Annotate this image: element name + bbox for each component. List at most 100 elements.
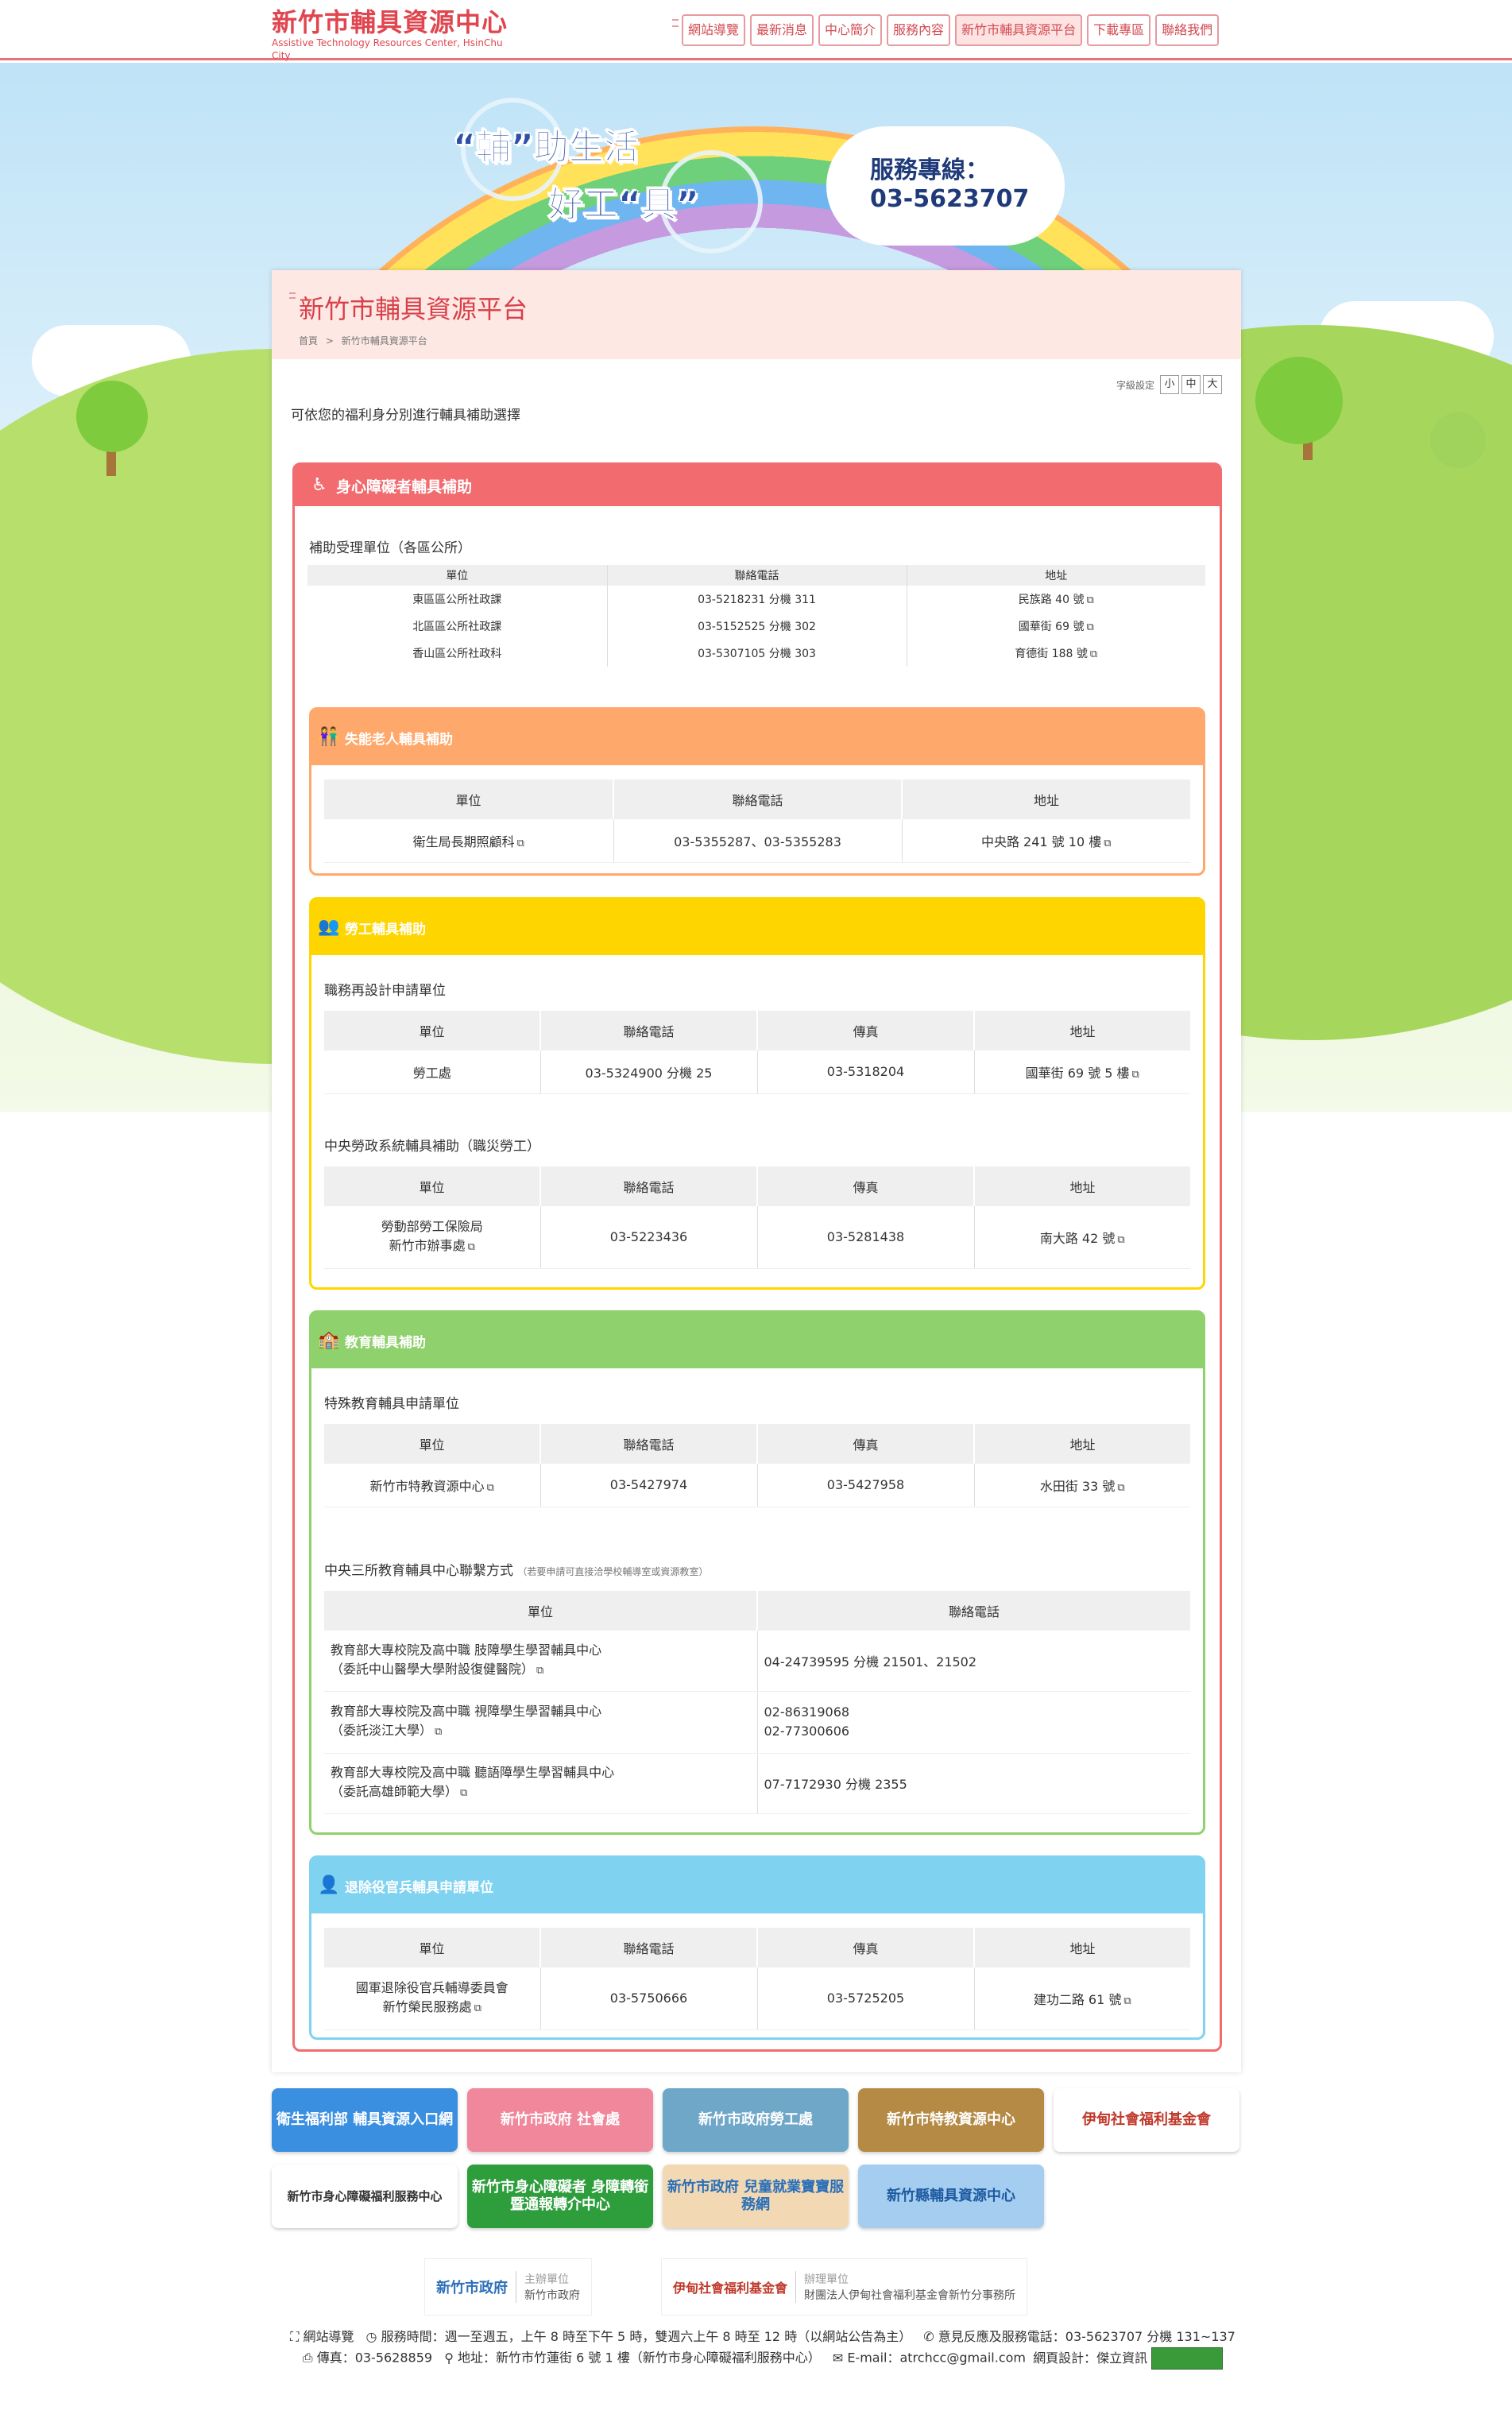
address-link[interactable]: 水田街 33 號 ⧉ (974, 1464, 1190, 1507)
clock-icon: ◷ (365, 2329, 377, 2344)
font-size-large-button[interactable]: 大 (1203, 375, 1222, 394)
organizer-label: 主辦單位 新竹市政府 (516, 2271, 580, 2303)
unit-link[interactable]: 勞動部勞工保險局 新竹市辦事處 ⧉ (324, 1206, 541, 1269)
breadcrumb-separator: > (325, 335, 334, 346)
table-row: 勞工處 03-5324900 分機 25 03-5318204 國華街 69 號… (324, 1050, 1190, 1094)
special-education-table: 單位 聯絡電話 傳真 地址 新竹市特教資源中心 ⧉ 03-5427974 03-5… (324, 1424, 1190, 1507)
breadcrumb: 首頁 > 新竹市輔具資源平台 (299, 334, 432, 347)
veteran-subsidy-title: 退除役官兵輔具申請單位 (345, 1879, 493, 1896)
logo-subtitle: Assistive Technology Resources Center, H… (272, 37, 503, 61)
workers-icon: 👥 (318, 917, 340, 937)
table-row: 勞動部勞工保險局 新竹市辦事處 ⧉ 03-5223436 03-5281438 南… (324, 1206, 1190, 1269)
link-labor-affairs[interactable]: 新竹市政府勞工處 (663, 2088, 849, 2152)
labor-subsidy-card: 👥 勞工輔具補助 職務再設計申請單位 單位 聯絡電話 傳真 地址 勞工處 03-… (309, 897, 1205, 1290)
labor-insurance-table: 單位 聯絡電話 傳真 地址 勞動部勞工保險局 新竹市辦事處 ⧉ 03-522343… (324, 1167, 1190, 1269)
nav-grip-icon (672, 19, 679, 27)
education-sub2-note: （若要申請可直接洽學校輔導室或資源教室） (517, 1566, 709, 1577)
veteran-subsidy-card: 👤 退除役官兵輔具申請單位 單位 聯絡電話 傳真 地址 國軍退除役官兵輔導委員會… (309, 1855, 1205, 2040)
fax-cell: 03-5281438 (757, 1206, 975, 1269)
font-size-small-button[interactable]: 小 (1160, 375, 1179, 394)
link-social-affairs[interactable]: 新竹市政府 社會處 (467, 2088, 653, 2152)
phone-cell: 04-24739595 分機 21501、21502 (757, 1631, 1190, 1692)
link-eden-foundation[interactable]: 伊甸社會福利基金會 (1054, 2088, 1239, 2152)
external-link-icon: ⧉ (1086, 621, 1094, 633)
external-link-icon: ⧉ (460, 1787, 468, 1799)
unit-link[interactable]: 教育部大專校院及高中職 肢障學生學習輔具中心 （委託中山醫學大學附設復健醫院） ⧉ (324, 1631, 758, 1692)
unit-link[interactable]: 衛生局長期照顧科 ⧉ (324, 819, 614, 863)
address-link[interactable]: 南大路 42 號 ⧉ (974, 1206, 1190, 1269)
site-logo[interactable]: 新竹市輔具資源中心 Assistive Technology Resources… (272, 8, 510, 61)
disabled-subsidy-card: ♿ 身心障礙者輔具補助 補助受理單位（各區公所） 單位 聯絡電話 地址 東區區公… (292, 462, 1222, 2052)
unit-link[interactable]: 新竹市特教資源中心 ⧉ (324, 1464, 541, 1507)
address-link[interactable]: 民族路 40 號 ⧉ (907, 586, 1205, 613)
breadcrumb-home[interactable]: 首頁 (299, 335, 318, 346)
link-transition-referral-center[interactable]: 新竹市身心障礙者 身障轉銜暨通報轉介中心 (467, 2165, 653, 2228)
table-row: 教育部大專校院及高中職 肢障學生學習輔具中心 （委託中山醫學大學附設復健醫院） ⧉… (324, 1631, 1190, 1692)
nav-downloads[interactable]: 下載專區 (1087, 14, 1151, 46)
link-mohw-portal[interactable]: 衛生福利部 輔具資源入口網 (272, 2088, 458, 2152)
address-link[interactable]: 國華街 69 號 5 樓 ⧉ (974, 1050, 1190, 1094)
veteran-subsidy-header: 👤 退除役官兵輔具申請單位 (311, 1858, 1203, 1913)
col-phone: 聯絡電話 (540, 1424, 758, 1464)
table-row: 國軍退除役官兵輔導委員會 新竹榮民服務處 ⧉ 03-5750666 03-5725… (324, 1967, 1190, 2030)
address-link[interactable]: 中央路 241 號 10 樓 ⧉ (902, 819, 1190, 863)
external-link-icon: ⧉ (1117, 1233, 1125, 1246)
phone-cell: 03-5218231 分機 311 (607, 586, 907, 613)
main-content: 新竹市輔具資源平台 首頁 > 新竹市輔具資源平台 字級設定 小 中 大 可依您的… (272, 270, 1241, 2072)
accessibility-badge[interactable] (1151, 2347, 1224, 2370)
external-link-icon: ⧉ (516, 837, 524, 849)
intro-text: 可依您的福利身分別進行輔具補助選擇 (291, 408, 520, 424)
col-phone: 聯絡電話 (540, 1928, 758, 1967)
nav-platform[interactable]: 新竹市輔具資源平台 (955, 14, 1083, 46)
unit-cell: 東區區公所社政課 (307, 586, 608, 613)
nav-contact[interactable]: 聯絡我們 (1155, 14, 1220, 46)
external-link-icon: ⧉ (474, 2002, 481, 2014)
col-fax: 傳真 (757, 1928, 975, 1967)
col-phone: 聯絡電話 (613, 780, 903, 819)
col-address: 地址 (974, 1167, 1190, 1206)
address-link[interactable]: 育德街 188 號 ⧉ (907, 640, 1205, 667)
hotline-label: 服務專線： (870, 157, 989, 184)
footer-email[interactable]: E-mail：atrchcc@gmail.com (847, 2350, 1026, 2366)
unit-link[interactable]: 教育部大專校院及高中職 視障學生學習輔具中心 （委託淡江大學） ⧉ (324, 1691, 758, 1754)
unit-cell: 勞工處 (324, 1050, 541, 1094)
address-link[interactable]: 建功二路 61 號 ⧉ (974, 1967, 1190, 2030)
labor-redesign-table: 單位 聯絡電話 傳真 地址 勞工處 03-5324900 分機 25 03-53… (324, 1011, 1190, 1094)
external-link-icon: ⧉ (467, 1240, 475, 1253)
central-centers-table: 單位 聯絡電話 教育部大專校院及高中職 肢障學生學習輔具中心 （委託中山醫學大學… (324, 1591, 1190, 1814)
veteran-table: 單位 聯絡電話 傳真 地址 國軍退除役官兵輔導委員會 新竹榮民服務處 ⧉ 03-5… (324, 1928, 1190, 2030)
nav-news[interactable]: 最新消息 (750, 14, 814, 46)
font-size-medium-button[interactable]: 中 (1181, 375, 1201, 394)
slogan-line1: “輔”助生活 (453, 127, 640, 168)
education-sub2-label: 中央三所教育輔具中心聯繫方式 （若要申請可直接洽學校輔導室或資源教室） (324, 1563, 709, 1579)
map-pin-icon: ⚲ (444, 2350, 454, 2366)
fax-cell: 03-5427958 (757, 1464, 975, 1507)
disabled-subsidy-header: ♿ 身心障礙者輔具補助 (295, 465, 1220, 506)
hotline: 服務專線： 03-5623707 (870, 157, 1029, 214)
col-phone: 聯絡電話 (607, 565, 907, 586)
nav-services[interactable]: 服務內容 (887, 14, 951, 46)
footer-hours: 服務時間：週一至週五，上午 8 時至下午 5 時，雙週六上午 8 時至 12 時… (381, 2329, 912, 2344)
unit-link[interactable]: 國軍退除役官兵輔導委員會 新竹榮民服務處 ⧉ (324, 1967, 541, 2030)
font-size-control: 字級設定 小 中 大 (1116, 375, 1222, 394)
footer-design: 網頁設計：傑立資訊 (1033, 2350, 1148, 2366)
external-link-icon: ⧉ (1117, 1481, 1125, 1494)
elderly-subsidy-header: 👫 失能老人輔具補助 (311, 710, 1203, 765)
labor-sub2-label: 中央勞政系統輔具補助（職災勞工） (324, 1139, 540, 1155)
link-hsinchu-county-center[interactable]: 新竹縣輔具資源中心 (858, 2165, 1044, 2228)
elderly-couple-icon: 👫 (318, 727, 340, 747)
nav-sitemap[interactable]: 網站導覽 (682, 14, 746, 46)
labor-subsidy-title: 勞工輔具補助 (345, 921, 426, 938)
fax-cell: 03-5318204 (757, 1050, 975, 1094)
hsinchu-government-logo: 新竹市政府 (436, 2280, 508, 2296)
table-row: 教育部大專校院及高中職 聽語障學生學習輔具中心 （委託高雄師範大學） ⧉ 07-7… (324, 1753, 1190, 1814)
footer-sitemap-link[interactable]: 網站導覽 (303, 2329, 354, 2344)
phone-cell: 07-7172930 分機 2355 (757, 1753, 1190, 1814)
elderly-subsidy-card: 👫 失能老人輔具補助 單位 聯絡電話 地址 衛生局長期照顧科 ⧉ 03-53552… (309, 707, 1205, 876)
link-disability-service-center[interactable]: 新竹市身心障礙福利服務中心 (272, 2165, 458, 2228)
nav-about[interactable]: 中心簡介 (818, 14, 883, 46)
unit-link[interactable]: 教育部大專校院及高中職 聽語障學生學習輔具中心 （委託高雄師範大學） ⧉ (324, 1753, 758, 1814)
address-link[interactable]: 國華街 69 號 ⧉ (907, 613, 1205, 640)
link-child-care-network[interactable]: 新竹市政府 兒童就業寶寶服務網 (663, 2165, 849, 2228)
link-special-education[interactable]: 新竹市特教資源中心 (858, 2088, 1044, 2152)
